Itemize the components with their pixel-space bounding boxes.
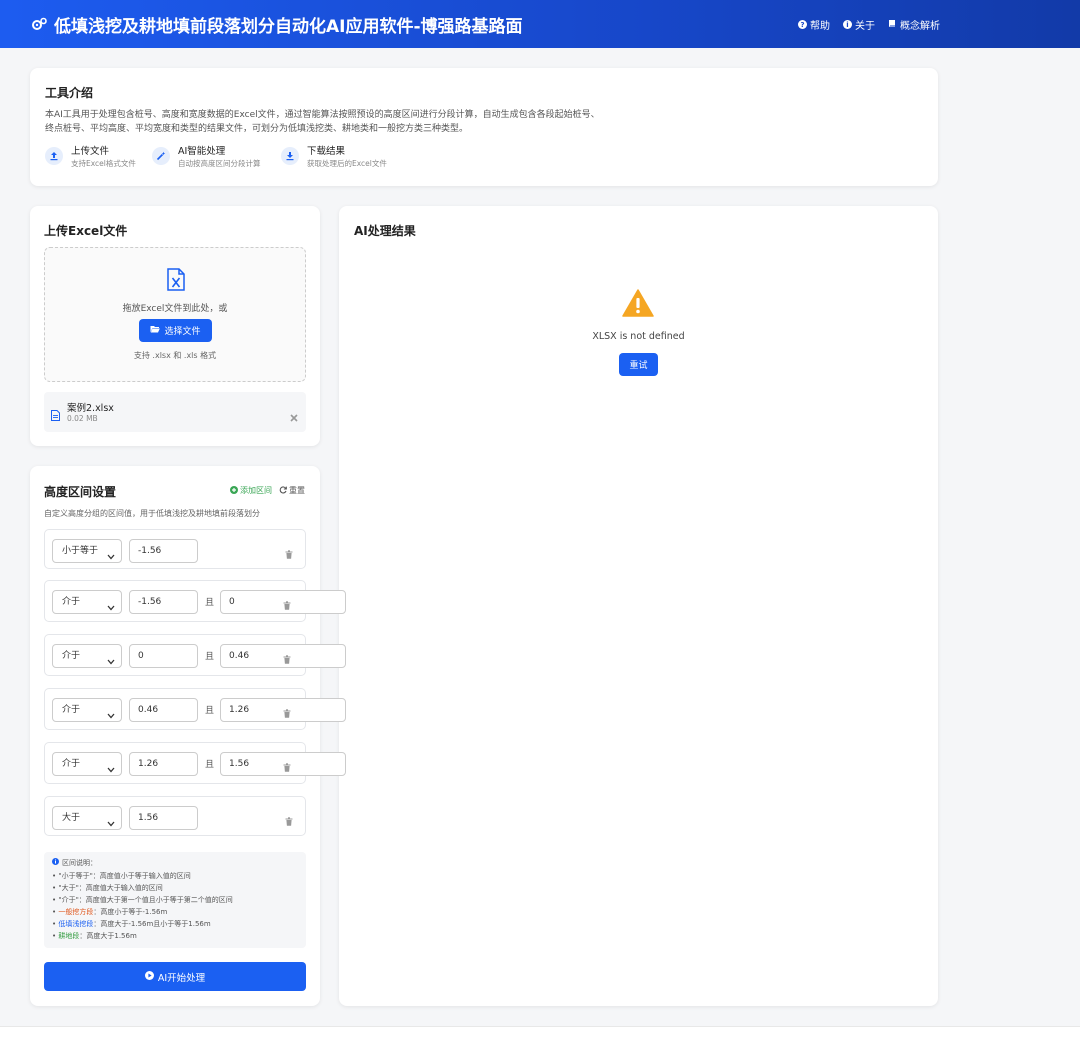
feature-ai-process: AI智能处理 自动按高度区间分段计算 [152,146,261,169]
question-circle-icon: ? [798,20,807,29]
plus-circle-icon [230,485,238,496]
about-link[interactable]: i 关于 [843,17,875,32]
range-row: 介于 -1.56 且 0 [44,580,346,622]
app-title: 低填浅挖及耕地填前段落划分自动化AI应用软件-博强路基路面 [54,17,523,37]
page-footer [0,1026,1080,1041]
and-label: 且 [205,598,215,608]
chevron-down-icon [107,814,115,836]
folder-open-icon [150,325,161,336]
app-header: 低填浅挖及耕地填前段落划分自动化AI应用软件-博强路基路面 ? 帮助 i 关于 … [0,0,1080,48]
note-item: • 低填浅挖段：高度大于-1.56m且小于等于1.56m [52,920,211,928]
chevron-down-icon [107,652,115,674]
range-subtitle: 自定义高度分组的区间值，用于低填浅挖及耕地填前段落划分 [44,509,260,518]
range-row: 介于 0 且 0.46 [44,634,346,676]
range-min-input[interactable]: -1.56 [129,590,198,614]
file-size: 0.02 MB [67,414,98,423]
range-min-input[interactable]: 0 [129,644,198,668]
intro-title: 工具介绍 [45,86,94,100]
range-notes: 区间说明： • "小于等于"：高度值小于等于输入值的区间 • "大于"：高度值大… [44,852,306,948]
upload-title: 上传Excel文件 [44,224,128,238]
and-label: 且 [205,652,215,662]
add-range-button[interactable]: 添加区间 [230,485,272,496]
intro-card: 工具介绍 本AI工具用于处理包含桩号、高度和宽度数据的Excel文件，通过智能算… [30,68,938,186]
trash-icon[interactable] [283,703,291,722]
result-title: AI处理结果 [354,224,416,238]
reset-button[interactable]: 重置 [279,485,305,496]
chevron-down-icon [107,706,115,728]
remove-file-icon[interactable] [290,407,298,426]
range-operator-select[interactable]: 大于 [52,806,122,830]
range-value-input[interactable]: -1.56 [129,539,198,563]
format-hint: 支持 .xlsx 和 .xls 格式 [133,351,217,360]
range-min-input[interactable]: 0.46 [129,698,198,722]
range-operator-select[interactable]: 介于 [52,590,122,614]
trash-icon[interactable] [285,544,293,563]
warning-icon [622,289,654,321]
note-item: • "介于"：高度值大于第一个值且小于等于第二个值的区间 [52,896,233,904]
upload-card: 上传Excel文件 拖放Excel文件到此处，或 选择文件 支持 .xlsx 和… [30,206,320,446]
drop-hint: 拖放Excel文件到此处，或 [122,304,228,314]
chevron-down-icon [107,547,115,569]
trash-icon[interactable] [283,595,291,614]
book-icon [888,19,897,31]
excel-file-icon [166,268,186,295]
refresh-icon [279,485,287,496]
range-operator-select[interactable]: 介于 [52,752,122,776]
file-dropzone[interactable]: 拖放Excel文件到此处，或 选择文件 支持 .xlsx 和 .xls 格式 [44,247,306,382]
trash-icon[interactable] [283,757,291,776]
note-item: • 一般挖方段：高度小于等于-1.56m [52,908,168,916]
feature-upload: 上传文件 支持Excel格式文件 [45,146,136,169]
range-row: 介于 0.46 且 1.26 [44,688,346,730]
concepts-link[interactable]: 概念解析 [888,17,940,32]
and-label: 且 [205,760,215,770]
error-message: XLSX is not defined [592,331,685,342]
range-operator-select[interactable]: 介于 [52,644,122,668]
upload-icon [45,147,63,165]
intro-description: 本AI工具用于处理包含桩号、高度和宽度数据的Excel文件，通过智能算法按照预设… [45,110,600,134]
feature-download: 下载结果 获取处理后的Excel文件 [281,146,387,169]
range-operator-select[interactable]: 小于等于 [52,539,122,563]
download-icon [281,147,299,165]
help-link[interactable]: ? 帮助 [798,17,830,32]
choose-file-button[interactable]: 选择文件 [139,319,212,342]
trash-icon[interactable] [283,649,291,668]
range-operator-select[interactable]: 介于 [52,698,122,722]
range-title: 高度区间设置 [44,485,117,499]
chevron-down-icon [107,760,115,782]
note-item: • "小于等于"：高度值小于等于输入值的区间 [52,872,191,880]
result-card: AI处理结果 XLSX is not defined 重试 [339,206,938,1006]
play-circle-icon [144,970,154,983]
notes-title: 区间说明： [62,859,97,867]
trash-icon[interactable] [285,811,293,830]
range-row: 大于 1.56 [44,796,306,836]
chevron-down-icon [107,598,115,620]
file-icon [51,406,60,425]
range-row: 介于 1.26 且 1.56 [44,742,346,784]
info-circle-icon: i [843,20,852,29]
and-label: 且 [205,706,215,716]
range-row: 小于等于 -1.56 [44,529,306,569]
magic-wand-icon [152,147,170,165]
note-item: • 耕地段：高度大于1.56m [52,932,137,940]
uploaded-file-item: 案例2.xlsx 0.02 MB [44,392,306,432]
range-settings-card: 高度区间设置 添加区间 重置 自定义高度分组的区间值，用于低填浅挖及耕地填前段落… [30,466,346,1006]
range-min-input[interactable]: 1.26 [129,752,198,776]
file-name: 案例2.xlsx [67,403,114,414]
retry-button[interactable]: 重试 [619,353,658,376]
range-value-input[interactable]: 1.56 [129,806,198,830]
info-circle-icon [52,858,59,868]
gears-icon [31,16,47,35]
note-item: • "大于"：高度值大于输入值的区间 [52,884,163,892]
start-processing-button[interactable]: AI开始处理 [44,962,306,991]
